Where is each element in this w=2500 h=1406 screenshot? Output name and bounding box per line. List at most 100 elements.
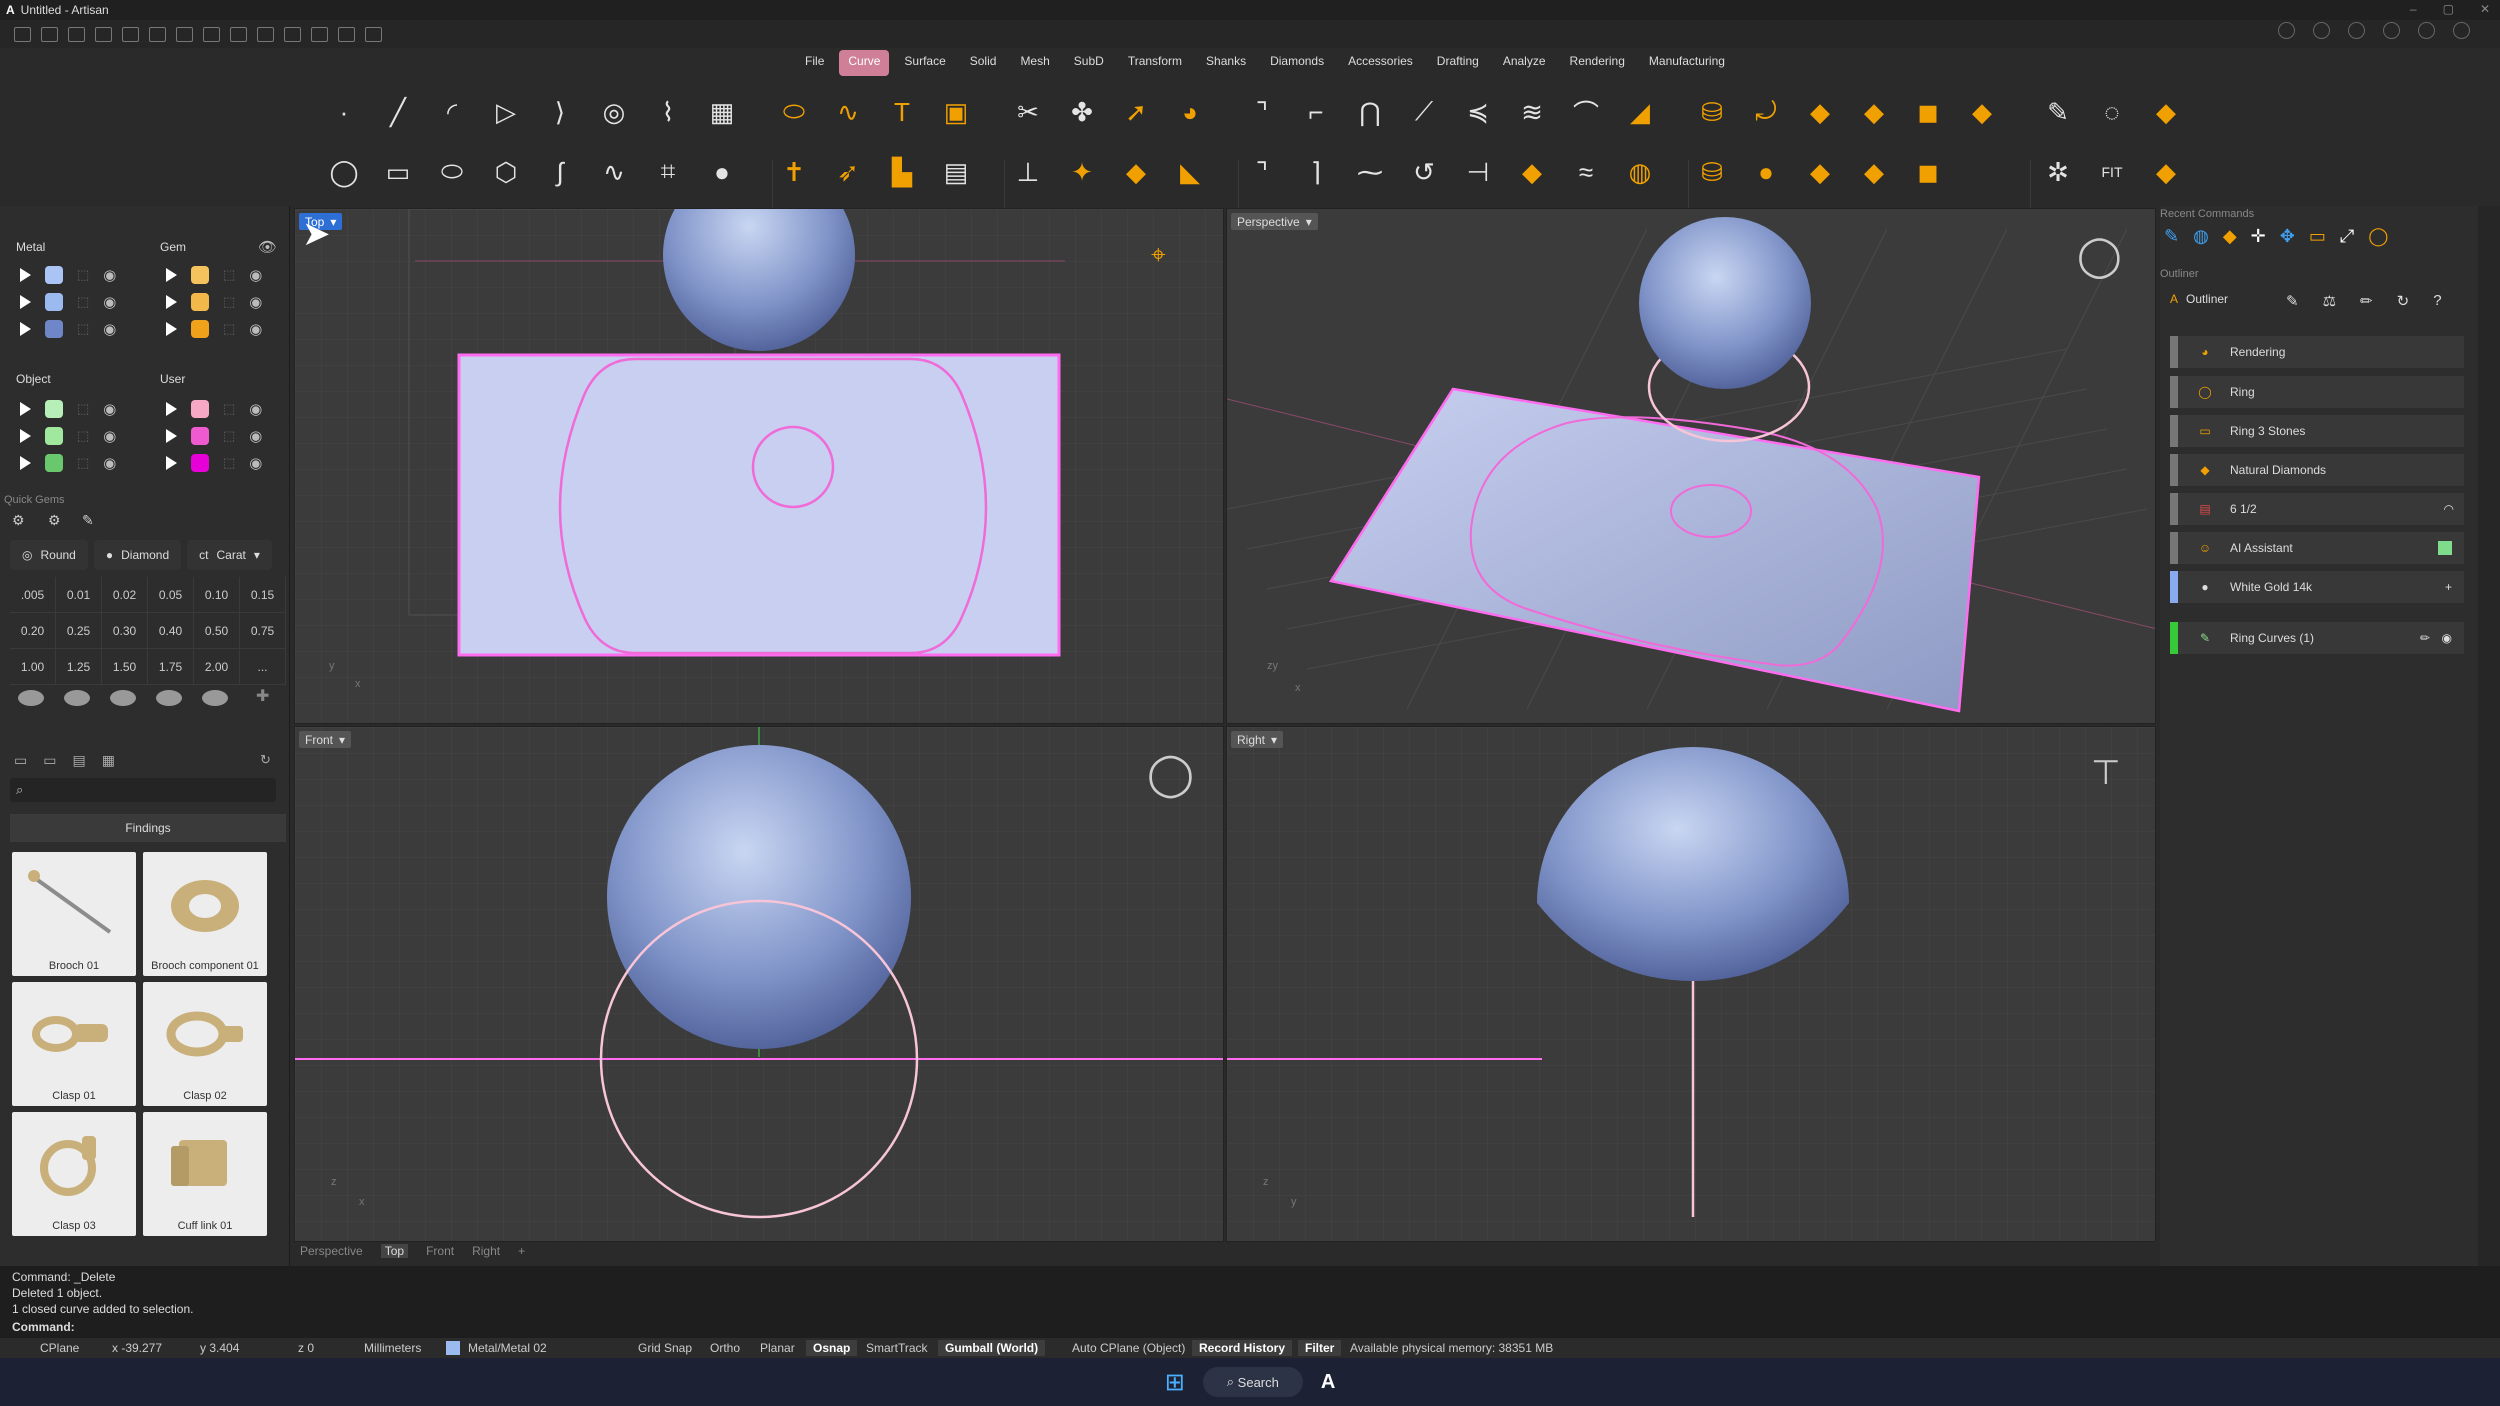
layer-color-swatch[interactable] <box>45 293 63 311</box>
cube-icon[interactable]: ◼ <box>1906 88 1950 136</box>
object-layer-row[interactable]: ⬚ ◉ <box>20 450 116 476</box>
user-layer-row[interactable]: ⬚ ◉ <box>166 423 262 449</box>
front-viewport[interactable]: z x ◯ Front ▾ <box>294 726 1224 1242</box>
match-icon[interactable]: ≼ <box>1456 88 1500 136</box>
printer-icon[interactable]: ▤ <box>934 148 978 196</box>
ring-size-icon[interactable]: ◌ <box>2090 88 2134 136</box>
menu-accessories[interactable]: Accessories <box>1339 50 1422 76</box>
project-icon[interactable]: ◢ <box>1618 88 1662 136</box>
sphere-tool-icon[interactable]: ● <box>700 148 744 196</box>
library-item[interactable]: Clasp 03 <box>12 1112 136 1236</box>
square-corner-icon[interactable]: ⌉ <box>1294 148 1338 196</box>
metal-layer-row[interactable]: ⬚ ◉ <box>20 262 116 288</box>
redo-icon[interactable] <box>149 26 166 42</box>
ribbon-icon[interactable]: ➶ <box>826 148 870 196</box>
current-layer[interactable]: Metal/Metal 02 <box>468 1341 547 1355</box>
cube-b-icon[interactable]: ◼ <box>1906 148 1950 196</box>
save-as-icon[interactable] <box>203 26 220 42</box>
osnap-toggle[interactable]: Osnap <box>806 1340 858 1356</box>
outliner-item[interactable]: ☺ AI Assistant <box>2170 532 2464 564</box>
gem-pick-icon[interactable]: ✎ <box>82 512 94 529</box>
tab-front[interactable]: Front <box>426 1244 454 1258</box>
lock-icon[interactable]: ⬚ <box>223 401 235 417</box>
layer-color-swatch[interactable] <box>45 454 63 472</box>
settings-icon[interactable] <box>365 26 382 42</box>
open-folder-icon[interactable] <box>68 26 85 42</box>
outliner-item[interactable]: ◯ Ring <box>2170 376 2464 408</box>
carat-option[interactable]: 1.50 <box>102 649 148 685</box>
carat-option[interactable]: 0.50 <box>194 613 240 649</box>
front-viewport-label[interactable]: Front ▾ <box>299 731 352 748</box>
tab-perspective[interactable]: Perspective <box>300 1244 363 1258</box>
arc-icon[interactable]: ◜ <box>430 88 474 136</box>
maximize-icon[interactable]: ▢ <box>2443 2 2454 16</box>
layer-color-swatch[interactable] <box>45 400 63 418</box>
new-doc-icon[interactable] <box>41 26 58 42</box>
filter-toggle[interactable]: Filter <box>1298 1340 1342 1356</box>
extend-icon[interactable]: ➚ <box>1114 88 1158 136</box>
user-layer-row[interactable]: ⬚ ◉ <box>166 450 262 476</box>
play-icon[interactable] <box>20 322 31 336</box>
gem-cut-marquise-icon[interactable] <box>202 690 228 706</box>
sketch-icon[interactable]: ∿ <box>592 148 636 196</box>
tab-right[interactable]: Right <box>472 1244 500 1258</box>
array-curve-icon[interactable]: ⌗ <box>646 148 690 196</box>
gem-layer-row[interactable]: ⬚ ◉ <box>166 289 262 315</box>
carat-option[interactable]: 1.75 <box>148 649 194 685</box>
eye-icon[interactable]: ◉ <box>103 320 116 338</box>
recent-rect-icon[interactable]: ▭ <box>2309 226 2326 247</box>
pick-icon[interactable]: ✎ <box>2286 292 2299 310</box>
cylinder-b-icon[interactable]: ⛁ <box>1690 148 1734 196</box>
gem-layer-row[interactable]: ⬚ ◉ <box>166 262 262 288</box>
outliner-item[interactable]: ▤ 6 1/2 ◠ <box>2170 493 2464 525</box>
layer-color-swatch[interactable] <box>191 427 209 445</box>
lock-icon[interactable]: ⬚ <box>223 294 235 310</box>
connect-icon[interactable]: ⟋ <box>1402 88 1446 136</box>
menu-drafting[interactable]: Drafting <box>1428 50 1488 76</box>
lock-icon[interactable]: ⬚ <box>223 321 235 337</box>
offset-icon[interactable]: ◆ <box>1114 148 1158 196</box>
snap-icon[interactable] <box>284 26 301 42</box>
planar-toggle[interactable]: Planar <box>760 1341 795 1355</box>
library-item[interactable]: Brooch 01 <box>12 852 136 976</box>
eye-icon[interactable]: ◉ <box>249 427 262 445</box>
sphere-b-icon[interactable]: ● <box>1744 148 1788 196</box>
lock-icon[interactable]: ⬚ <box>77 321 89 337</box>
gizmo-icon[interactable]: ⌖ <box>1151 239 1166 271</box>
diamond-chip[interactable]: ● Diamond <box>93 540 182 570</box>
curve-from-object-icon[interactable]: ⬭ <box>772 88 816 136</box>
update-icon[interactable] <box>2383 22 2400 39</box>
shape-e-icon[interactable]: ◆ <box>1852 148 1896 196</box>
point-icon[interactable]: · <box>322 88 366 136</box>
library-category-header[interactable]: Findings <box>10 814 286 842</box>
play-icon[interactable] <box>20 295 31 309</box>
shape-d-icon[interactable]: ◆ <box>1798 148 1842 196</box>
carat-option[interactable]: 0.10 <box>194 577 240 613</box>
eye-icon[interactable]: ◉ <box>249 266 262 284</box>
carat-chip[interactable]: ct Carat ▾ <box>187 540 272 570</box>
layer-color-swatch[interactable] <box>191 400 209 418</box>
ortho-toggle[interactable]: Ortho <box>710 1341 740 1355</box>
lock-icon[interactable]: ⬚ <box>77 401 89 417</box>
curve-icon[interactable]: ⟩ <box>538 88 582 136</box>
recent-point-icon[interactable]: ✛ <box>2251 226 2266 247</box>
helix-icon[interactable]: ⌇ <box>646 88 690 136</box>
paint-icon[interactable]: ✎ <box>2036 88 2080 136</box>
ring-side-gizmo-icon[interactable]: ⊤ <box>2091 753 2121 793</box>
circle-icon[interactable]: ◯ <box>322 148 366 196</box>
library-icon[interactable]: ▤ <box>72 752 85 769</box>
outliner-item[interactable]: ● White Gold 14k + <box>2170 571 2464 603</box>
library-item[interactable]: Cuff link 01 <box>143 1112 267 1236</box>
save-icon[interactable] <box>176 26 193 42</box>
menu-shanks[interactable]: Shanks <box>1197 50 1255 76</box>
ellipse-icon[interactable]: ⬭ <box>430 148 474 196</box>
cplane-label[interactable]: CPlane <box>40 1341 79 1355</box>
cross-icon[interactable]: ✝ <box>772 148 816 196</box>
lock-icon[interactable]: ⬚ <box>77 455 89 471</box>
rectangle-icon[interactable]: ▭ <box>376 148 420 196</box>
account-icon[interactable] <box>2348 22 2365 39</box>
round-chip[interactable]: ◎ Round <box>10 540 88 570</box>
join-icon[interactable]: ✤ <box>1060 88 1104 136</box>
measure-icon[interactable] <box>257 26 274 42</box>
chamfer-icon[interactable]: ⌐ <box>1294 88 1338 136</box>
